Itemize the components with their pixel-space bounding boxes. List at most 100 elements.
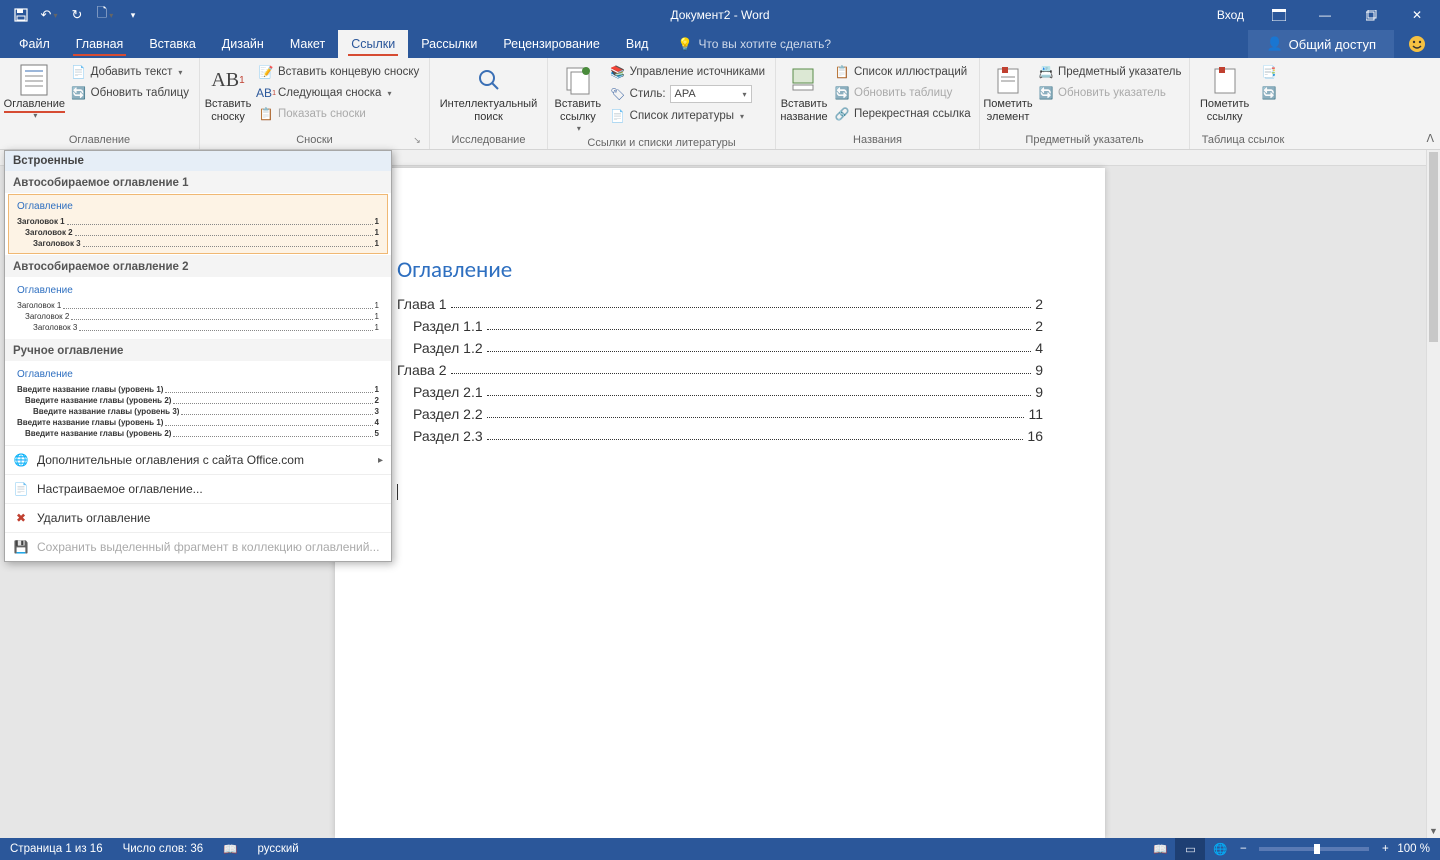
chevron-down-icon: ▾	[577, 124, 581, 133]
minimize-button[interactable]: —	[1302, 0, 1348, 30]
status-word-count[interactable]: Число слов: 36	[113, 843, 214, 855]
footnote-icon: AB1	[212, 64, 244, 96]
update-index-button[interactable]: 🔄Обновить указатель	[1034, 83, 1186, 103]
gallery-preview-line: Введите название главы (уровень 2)2	[17, 395, 379, 406]
update-figure-table-button[interactable]: 🔄Обновить таблицу	[830, 83, 975, 103]
mark-citation-icon	[1209, 64, 1241, 96]
tab-design[interactable]: Дизайн	[209, 30, 277, 58]
toc-row: Раздел 1.24	[397, 340, 1043, 356]
tab-view[interactable]: Вид	[613, 30, 662, 58]
gallery-item-auto1[interactable]: Оглавление Заголовок 11Заголовок 21Загол…	[8, 194, 388, 254]
figure-list-button[interactable]: 📋Список иллюстраций	[830, 62, 975, 82]
zoom-out-button[interactable]: −	[1235, 843, 1251, 855]
status-language[interactable]: русский	[247, 843, 308, 855]
zoom-slider[interactable]	[1259, 847, 1369, 851]
tab-home[interactable]: Главная	[63, 30, 137, 58]
search-icon	[473, 64, 505, 96]
save-button[interactable]	[8, 2, 34, 28]
scroll-down-button[interactable]: ▼	[1427, 824, 1440, 838]
toc-heading: Оглавление	[397, 256, 1043, 284]
view-print-layout[interactable]: ▭	[1175, 838, 1205, 860]
gallery-preview-heading: Оглавление	[17, 201, 379, 212]
gallery-preview-line: Введите название главы (уровень 3)3	[17, 406, 379, 417]
cross-reference-button[interactable]: 🔗Перекрестная ссылка	[830, 104, 975, 124]
tab-review[interactable]: Рецензирование	[490, 30, 613, 58]
ribbon-display-options[interactable]	[1256, 0, 1302, 30]
update-icon: 🔄	[1261, 85, 1277, 101]
tab-layout[interactable]: Макет	[277, 30, 338, 58]
status-page[interactable]: Страница 1 из 16	[0, 843, 113, 855]
tab-file[interactable]: Файл	[6, 30, 63, 58]
gallery-item-manual[interactable]: Оглавление Введите название главы (урове…	[8, 362, 388, 444]
chevron-down-icon: ▾	[740, 112, 744, 121]
bibliography-button[interactable]: 📄Список литературы▾	[606, 106, 769, 126]
gallery-remove-toc[interactable]: ✖ Удалить оглавление	[5, 503, 391, 532]
view-read-mode[interactable]: 📖	[1145, 838, 1175, 860]
gallery-item-auto2[interactable]: Оглавление Заголовок 11Заголовок 21Загол…	[8, 278, 388, 338]
vertical-scrollbar[interactable]: ▲ ▼	[1426, 150, 1440, 838]
undo-button[interactable]: ↶▾	[36, 2, 62, 28]
update-table-button[interactable]: 🔄Обновить таблицу	[67, 83, 193, 103]
insert-caption-button[interactable]: Вставить название	[780, 60, 828, 126]
gallery-custom-toc[interactable]: 📄 Настраиваемое оглавление...	[5, 474, 391, 503]
toc-text: Раздел 2.2	[413, 406, 483, 422]
tab-references[interactable]: Ссылки	[338, 30, 408, 58]
view-web-layout[interactable]: 🌐	[1205, 838, 1235, 860]
feedback-smiley-icon[interactable]	[1394, 30, 1440, 58]
group-label-toa: Таблица ссылок	[1194, 132, 1292, 149]
ribbon: Оглавление ▾ 📄Добавить текст▾ 🔄Обновить …	[0, 58, 1440, 150]
mark-citation-button[interactable]: Пометить ссылку	[1194, 60, 1255, 126]
zoom-in-button[interactable]: +	[1377, 843, 1393, 855]
mark-entry-icon	[992, 64, 1024, 96]
insert-footnote-button[interactable]: AB1 Вставить сноску	[204, 60, 252, 126]
gallery-preview-line: Введите название главы (уровень 1)1	[17, 384, 379, 395]
maximize-button[interactable]	[1348, 0, 1394, 30]
group-label-toc: Оглавление	[4, 132, 195, 149]
cross-ref-icon: 🔗	[834, 106, 850, 122]
show-notes-button[interactable]: 📋Показать сноски	[254, 104, 423, 124]
toc-text: Глава 2	[397, 362, 447, 378]
toc-leader-dots	[487, 428, 1024, 440]
zoom-slider-thumb[interactable]	[1314, 844, 1320, 854]
gallery-preview-line: Заголовок 31	[17, 322, 379, 333]
toc-page-number: 2	[1035, 296, 1043, 312]
tab-mailings[interactable]: Рассылки	[408, 30, 490, 58]
gallery-more-office[interactable]: 🌐 Дополнительные оглавления с сайта Offi…	[5, 445, 391, 474]
toc-dropdown-button[interactable]: Оглавление ▾	[4, 60, 65, 122]
collapse-ribbon-button[interactable]: ᐱ	[1426, 132, 1434, 145]
share-button[interactable]: 👤 Общий доступ	[1248, 30, 1394, 58]
mark-entry-button[interactable]: Пометить элемент	[984, 60, 1032, 126]
update-toa-button[interactable]: 🔄	[1257, 83, 1281, 103]
next-footnote-icon: AB1	[258, 85, 274, 101]
insert-citation-button[interactable]: Вставить ссылку ▾	[552, 60, 604, 135]
toc-leader-dots	[487, 318, 1032, 330]
add-text-button[interactable]: 📄Добавить текст▾	[67, 62, 193, 82]
toc-custom-icon: 📄	[13, 481, 29, 497]
signin-button[interactable]: Вход	[1205, 8, 1256, 22]
redo-button[interactable]: ↻	[64, 2, 90, 28]
status-bar: Страница 1 из 16 Число слов: 36 📖 русски…	[0, 838, 1440, 860]
status-spell-icon[interactable]: 📖	[213, 842, 247, 856]
insert-toa-button[interactable]: 📑	[1257, 62, 1281, 82]
title-bar: ↶▾ ↻ 🗋▾ ▾ Документ2 - Word Вход — ✕	[0, 0, 1440, 30]
close-button[interactable]: ✕	[1394, 0, 1440, 30]
citation-style-select[interactable]: 🏷Стиль: APA▾	[606, 83, 769, 105]
scroll-thumb[interactable]	[1429, 152, 1438, 342]
qat-customize-button[interactable]: ▾	[120, 2, 146, 28]
gallery-item-manual-title: Ручное оглавление	[5, 339, 391, 361]
next-footnote-button[interactable]: AB1Следующая сноска▾	[254, 83, 423, 103]
titlebar-right: Вход — ✕	[1205, 0, 1440, 30]
tab-insert[interactable]: Вставка	[136, 30, 208, 58]
manage-sources-button[interactable]: 📚Управление источниками	[606, 62, 769, 82]
zoom-level[interactable]: 100 %	[1393, 843, 1440, 855]
style-combobox[interactable]: APA▾	[670, 85, 752, 103]
document-page[interactable]: Оглавление Глава 12Раздел 1.12Раздел 1.2…	[335, 168, 1105, 838]
insert-index-button[interactable]: 📇Предметный указатель	[1034, 62, 1186, 82]
tell-me-search[interactable]: 💡 Что вы хотите сделать?	[661, 30, 831, 58]
insert-endnote-button[interactable]: 📝Вставить концевую сноску	[254, 62, 423, 82]
gallery-preview-line: Заголовок 11	[17, 216, 379, 227]
dialog-launcher-icon[interactable]: ↘	[411, 135, 423, 147]
new-doc-button[interactable]: 🗋▾	[92, 2, 118, 28]
smart-lookup-button[interactable]: Интеллектуальный поиск	[434, 60, 543, 126]
toc-text: Раздел 1.1	[413, 318, 483, 334]
